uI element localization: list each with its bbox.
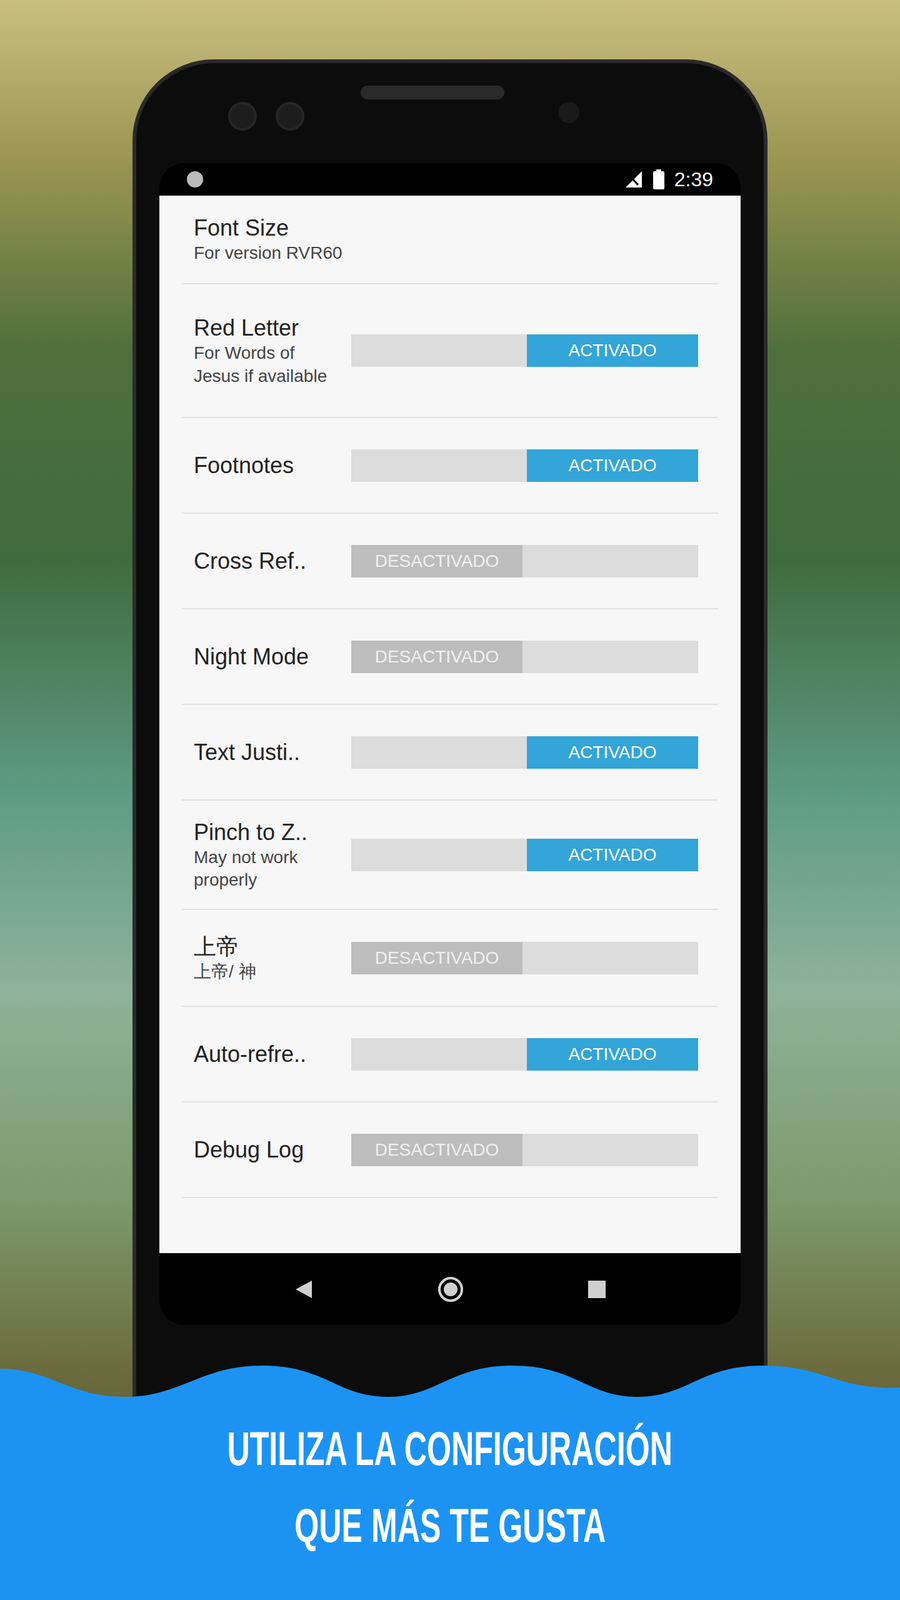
- setting-subtitle: For version RVR60: [193, 241, 693, 265]
- caption-banner: UTILIZA LA CONFIGURACIÓN QUE MÁS TE GUSTA: [0, 1362, 900, 1600]
- setting-subtitle: 上帝/ 神: [193, 960, 344, 984]
- phone: 2:39 Font SizeFor version RVR60 Red Letter…: [132, 59, 768, 1600]
- setting-row[interactable]: Text Justi.. ACTIVADO: [181, 705, 719, 801]
- status-bar: 2:39: [159, 163, 741, 196]
- setting-label-group: Debug Log: [193, 1135, 352, 1164]
- toggle[interactable]: ACTIVADO: [351, 838, 699, 872]
- signal-icon: [624, 170, 644, 189]
- setting-label: Auto-refre..: [193, 1040, 344, 1069]
- clock: 2:39: [674, 164, 714, 195]
- speaker-icon: [360, 85, 505, 100]
- setting-label-group: Night Mode: [193, 642, 352, 671]
- toggle[interactable]: ACTIVADO: [351, 1038, 699, 1071]
- back-icon[interactable]: [294, 1279, 314, 1300]
- toggle-segment: ACTIVADO: [526, 449, 699, 482]
- setting-row[interactable]: Cross Ref..DESACTIVADO: [181, 513, 719, 610]
- toggle-segment: DESACTIVADO: [351, 1133, 523, 1167]
- setting-label-group: Red LetterFor Words of Jesus if availabl…: [193, 313, 352, 388]
- setting-label-group: Pinch to Z..May not work properly: [193, 818, 352, 892]
- toggle[interactable]: ACTIVADO: [351, 449, 699, 482]
- toggle[interactable]: ACTIVADO: [351, 736, 699, 769]
- setting-label: 上帝: [193, 932, 344, 961]
- setting-label: Night Mode: [193, 642, 344, 671]
- toggle[interactable]: DESACTIVADO: [351, 1133, 699, 1167]
- setting-label: Debug Log: [193, 1135, 344, 1164]
- setting-subtitle: May not work properly: [193, 846, 344, 892]
- camera-icon: [275, 101, 305, 131]
- setting-label: Red Letter: [193, 313, 344, 342]
- setting-label: Cross Ref..: [193, 546, 344, 575]
- setting-label-group: Footnotes: [193, 451, 352, 480]
- camera-icon: [228, 101, 257, 131]
- phone-top-bezel: [159, 63, 741, 164]
- caption: UTILIZA LA CONFIGURACIÓN QUE MÁS TE GUSTA: [0, 1400, 900, 1600]
- toggle[interactable]: DESACTIVADO: [351, 640, 699, 674]
- caption-line: QUE MÁS TE GUSTA: [294, 1498, 606, 1553]
- promo-page: 2:39 Font SizeFor version RVR60 Red Letter…: [0, 0, 900, 1600]
- notification-dot-icon: [186, 171, 204, 188]
- setting-label: Footnotes: [193, 451, 344, 480]
- setting-label-group: Auto-refre..: [193, 1040, 352, 1069]
- setting-label-group: 上帝上帝/ 神: [193, 932, 352, 984]
- toggle-segment: ACTIVADO: [526, 838, 699, 872]
- setting-row[interactable]: Red LetterFor Words of Jesus if availabl…: [181, 284, 719, 419]
- setting-label: Pinch to Z..: [193, 818, 344, 847]
- setting-row[interactable]: Night ModeDESACTIVADO: [181, 609, 719, 705]
- toggle-segment: DESACTIVADO: [351, 640, 523, 674]
- toggle[interactable]: DESACTIVADO: [351, 941, 699, 975]
- recents-icon[interactable]: [588, 1280, 606, 1299]
- settings-list: Font SizeFor version RVR60Red LetterFor …: [159, 195, 741, 1254]
- sensor-icon: [558, 101, 580, 124]
- setting-label-group: Font SizeFor version RVR60: [193, 213, 700, 265]
- battery-icon: [653, 169, 665, 190]
- setting-label-group: Cross Ref..: [193, 546, 352, 575]
- home-icon[interactable]: [438, 1276, 464, 1302]
- setting-row[interactable]: Debug LogDESACTIVADO: [181, 1102, 719, 1199]
- toggle-segment: ACTIVADO: [526, 334, 699, 367]
- screen: 2:39 Font SizeFor version RVR60 Red Letter…: [159, 163, 741, 1325]
- setting-row[interactable]: Auto-refre.. ACTIVADO: [181, 1006, 719, 1103]
- toggle-segment: DESACTIVADO: [351, 545, 523, 578]
- toggle-segment: DESACTIVADO: [351, 941, 523, 975]
- setting-row[interactable]: Footnotes ACTIVADO: [181, 418, 719, 514]
- toggle[interactable]: DESACTIVADO: [351, 545, 699, 578]
- setting-row[interactable]: Font SizeFor version RVR60: [181, 195, 719, 285]
- setting-row[interactable]: Pinch to Z..May not work properly ACTIVAD…: [181, 800, 719, 910]
- nav-bar: [159, 1253, 741, 1325]
- setting-label: Text Justi..: [193, 738, 344, 767]
- wave-icon: [0, 1362, 900, 1400]
- toggle-segment: ACTIVADO: [526, 1038, 699, 1071]
- toggle[interactable]: ACTIVADO: [351, 334, 699, 367]
- toggle-segment: ACTIVADO: [526, 736, 699, 769]
- setting-subtitle: For Words of Jesus if available: [193, 341, 344, 388]
- setting-label: Font Size: [193, 213, 693, 242]
- setting-row[interactable]: 上帝上帝/ 神DESACTIVADO: [181, 910, 719, 1007]
- caption-line: UTILIZA LA CONFIGURACIÓN: [227, 1421, 673, 1476]
- setting-label-group: Text Justi..: [193, 738, 352, 767]
